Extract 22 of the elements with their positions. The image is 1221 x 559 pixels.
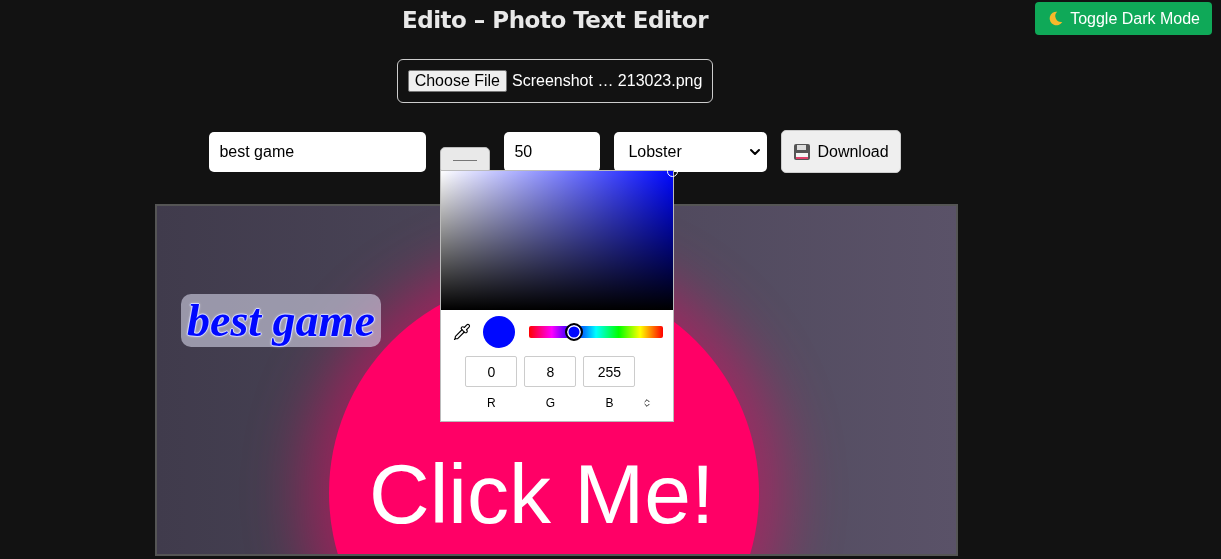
font-select[interactable]: Lobster — [614, 131, 768, 172]
mode-toggle-icon[interactable] — [642, 398, 653, 408]
text-input-field[interactable]: best game — [209, 131, 427, 172]
eyedropper-icon[interactable] — [453, 323, 472, 341]
file-name: Screenshot … 213023.png — [512, 72, 703, 90]
download-button[interactable]: Download — [781, 130, 901, 173]
saturation-area[interactable] — [441, 171, 674, 310]
channel-value-field[interactable]: 255 — [583, 356, 636, 387]
overlay-text: best game — [181, 294, 381, 347]
moon-icon — [1047, 10, 1065, 27]
image-button-text: Click Me! — [369, 446, 715, 543]
channel-label: G — [544, 396, 557, 410]
channel-label: B — [604, 396, 615, 410]
hue-slider[interactable] — [529, 326, 664, 338]
app-title: Edito – Photo Text Editor — [402, 7, 708, 33]
font-size-field[interactable]: 50 — [504, 131, 601, 172]
channel-label: R — [486, 396, 497, 410]
choose-file-button[interactable]: Choose File — [407, 70, 507, 92]
hue-handle[interactable] — [564, 323, 583, 341]
file-picker[interactable]: Choose File Screenshot … 213023.png — [396, 59, 714, 103]
channel-value-field[interactable]: 0 — [465, 356, 518, 387]
channel-value-field[interactable]: 8 — [524, 356, 577, 387]
